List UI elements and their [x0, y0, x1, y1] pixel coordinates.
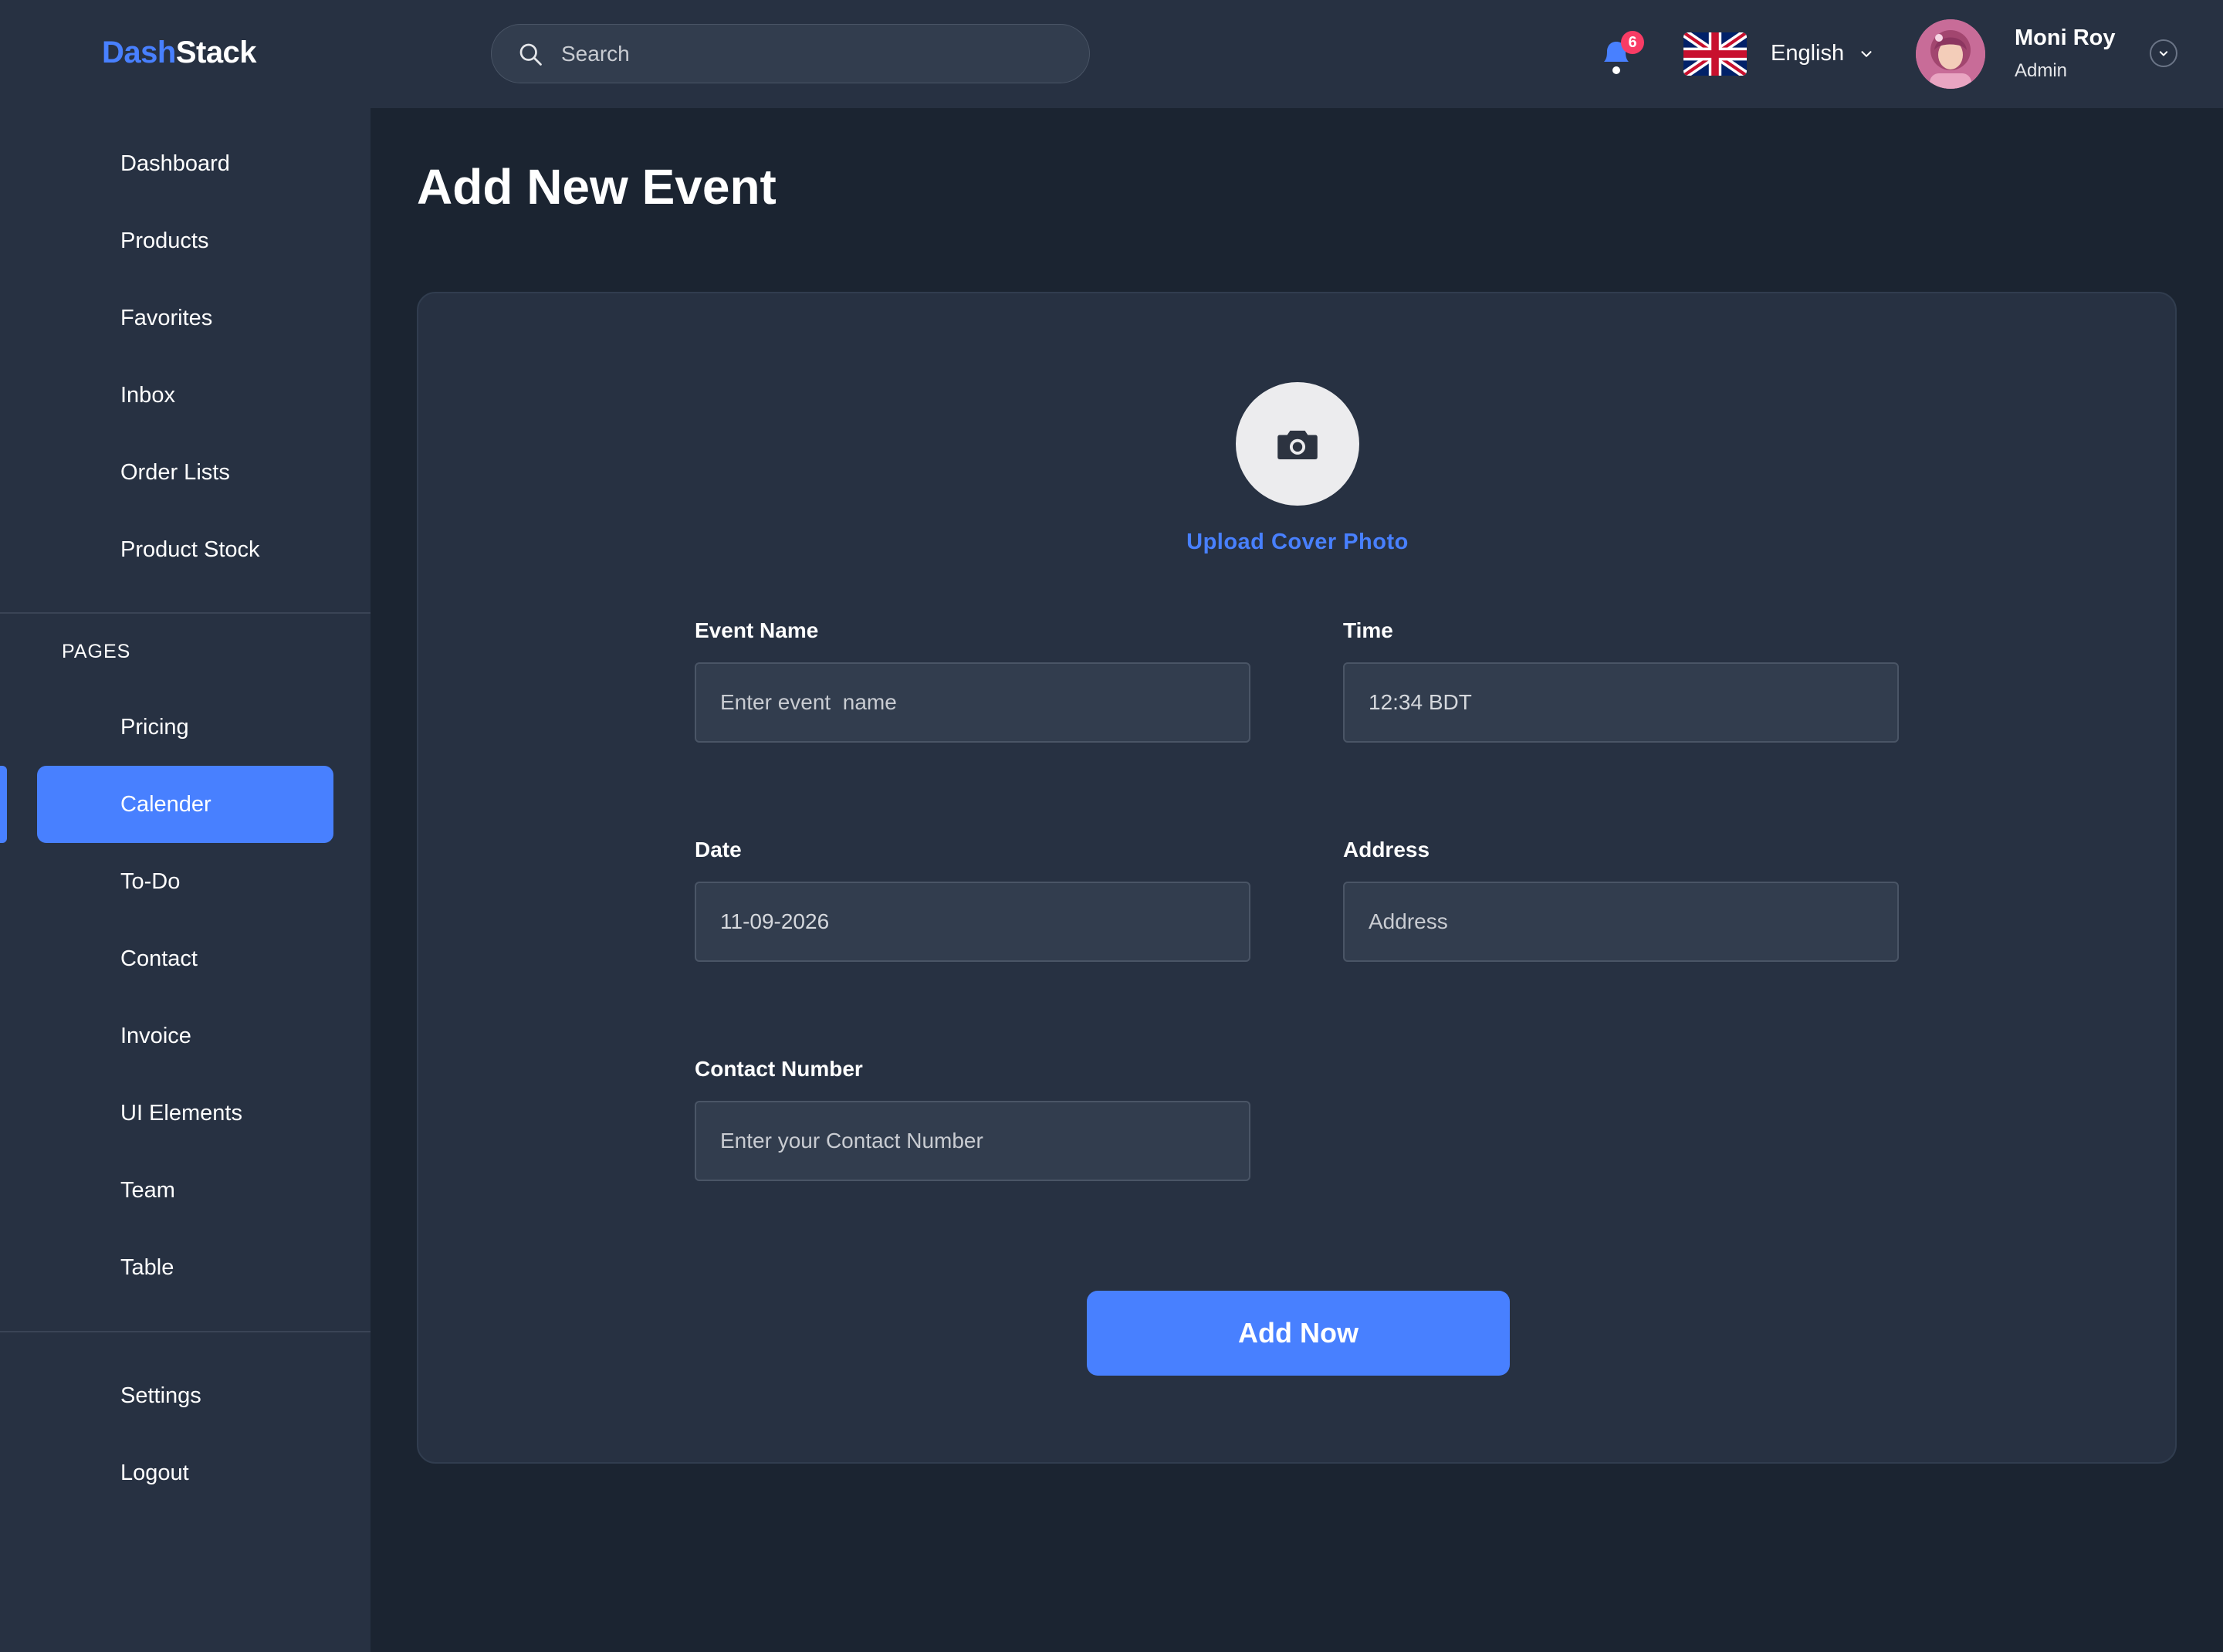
address-input[interactable]: [1343, 882, 1899, 962]
sidebar-item-settings[interactable]: Settings: [37, 1357, 333, 1434]
time-input[interactable]: [1343, 662, 1899, 743]
event-name-label: Event Name: [695, 618, 819, 642]
notification-button[interactable]: 6: [1595, 31, 1644, 77]
chevron-down-icon: [2159, 51, 2168, 56]
sidebar-item-products[interactable]: Products: [37, 202, 333, 279]
user-role: Admin: [2015, 60, 2068, 81]
language-selector[interactable]: English: [1771, 41, 1875, 66]
sidebar-item-product-stock[interactable]: Product Stock: [37, 511, 333, 588]
sidebar-item-label: Product Stock: [120, 537, 260, 562]
upload-photo-link[interactable]: Upload Cover Photo: [418, 530, 2177, 555]
language-label: English: [1771, 41, 1845, 66]
sidebar-item-label: UI Elements: [120, 1100, 242, 1126]
camera-icon: [1277, 430, 1318, 460]
sidebar-item-label: To-Do: [120, 868, 181, 894]
notification-badge: 6: [1621, 31, 1644, 54]
chevron-down-icon: [1861, 50, 1872, 57]
brand-logo[interactable]: DashStack: [102, 36, 257, 70]
event-form-card: Upload Cover Photo Event Name Time Date …: [417, 292, 2177, 1464]
search-input[interactable]: [561, 41, 1024, 66]
date-input[interactable]: [695, 882, 1250, 962]
uk-flag-icon[interactable]: [1683, 32, 1747, 76]
brand-logo-part2: Stack: [175, 36, 257, 69]
address-label: Address: [1343, 838, 1430, 862]
sidebar-item-order-lists[interactable]: Order Lists: [37, 434, 333, 511]
contact-number-input[interactable]: [695, 1101, 1250, 1181]
sidebar-item-team[interactable]: Team: [37, 1152, 333, 1229]
sidebar-item-pricing[interactable]: Pricing: [37, 689, 333, 766]
sidebar-item-label: Invoice: [120, 1023, 191, 1048]
contact-number-label: Contact Number: [695, 1057, 863, 1081]
sidebar-item-calender[interactable]: Calender: [37, 766, 333, 843]
upload-photo-button[interactable]: [1236, 382, 1359, 506]
sidebar-item-label: Inbox: [120, 382, 175, 408]
event-name-input[interactable]: [695, 662, 1250, 743]
sidebar-item-favorites[interactable]: Favorites: [37, 279, 333, 357]
sidebar-item-label: Settings: [120, 1383, 201, 1408]
sidebar-item-label: Pricing: [120, 714, 189, 740]
sidebar-item-label: Order Lists: [120, 459, 230, 485]
sidebar-item-label: Logout: [120, 1460, 189, 1485]
sidebar-item-label: Favorites: [120, 305, 213, 330]
date-label: Date: [695, 838, 742, 862]
sidebar-item-logout[interactable]: Logout: [37, 1434, 333, 1512]
add-now-button[interactable]: Add Now: [1087, 1291, 1510, 1376]
sidebar-item-table[interactable]: Table: [37, 1229, 333, 1306]
sidebar-item-inbox[interactable]: Inbox: [37, 357, 333, 434]
user-name: Moni Roy: [2015, 25, 2116, 50]
sidebar-item-label: Team: [120, 1177, 175, 1203]
sidebar-item-to-do[interactable]: To-Do: [37, 843, 333, 920]
sidebar-item-label: Products: [120, 228, 209, 253]
avatar[interactable]: [1916, 19, 1985, 89]
page-title: Add New Event: [417, 159, 777, 215]
sidebar-item-ui-elements[interactable]: UI Elements: [37, 1075, 333, 1152]
top-header: DashStack 6 English: [0, 0, 2223, 108]
sidebar-item-contact[interactable]: Contact: [37, 920, 333, 997]
sidebar-item-label: Table: [120, 1254, 174, 1280]
sidebar-item-label: Calender: [120, 791, 211, 817]
sidebar-item-label: Dashboard: [120, 151, 230, 176]
sidebar-divider: [0, 612, 370, 614]
search-icon: [519, 43, 542, 66]
sidebar-divider: [0, 1331, 370, 1332]
sidebar-item-dashboard[interactable]: Dashboard: [37, 125, 333, 202]
time-label: Time: [1343, 618, 1393, 642]
search-bar: [491, 24, 1090, 83]
sidebar: Dashboard Products Favorites Inbox Order…: [0, 108, 370, 1652]
sidebar-section-label: PAGES: [62, 641, 131, 662]
sidebar-item-label: Contact: [120, 946, 198, 971]
active-indicator: [0, 766, 7, 843]
user-menu-button[interactable]: [2150, 39, 2177, 67]
brand-logo-part1: Dash: [102, 36, 176, 69]
sidebar-item-invoice[interactable]: Invoice: [37, 997, 333, 1075]
